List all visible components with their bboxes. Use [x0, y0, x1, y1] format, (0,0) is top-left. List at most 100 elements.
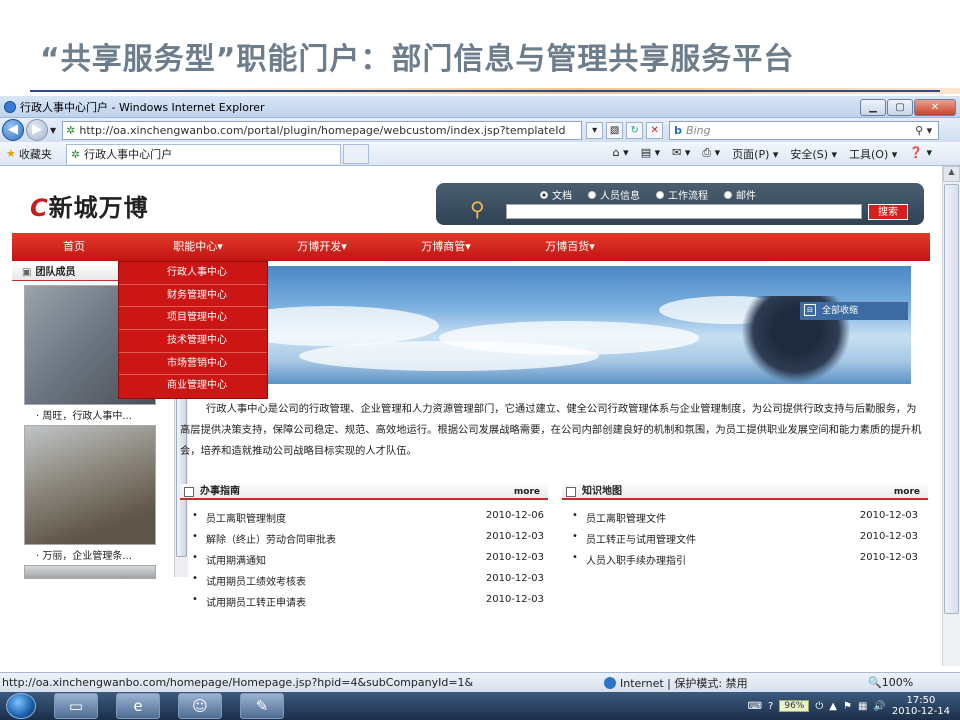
- dropdown-item-finance[interactable]: 财务管理中心: [119, 285, 267, 308]
- command-bar: ⌂ ▾ ▤ ▾ ✉ ▾ ⎙ ▾ 页面(P) ▾ 安全(S) ▾ 工具(O) ▾ …: [613, 146, 960, 162]
- tray-expand-icon[interactable]: ▲: [829, 701, 837, 712]
- knowledge-item[interactable]: • 人员入职手续办理指引 2010-12-03: [572, 552, 918, 567]
- home-icon[interactable]: ⌂ ▾: [613, 146, 629, 162]
- mail-icon[interactable]: ✉ ▾: [672, 146, 690, 162]
- menu-development[interactable]: 万博开发▾: [260, 233, 384, 261]
- cmd-safety[interactable]: 安全(S) ▾: [790, 146, 837, 162]
- print-icon[interactable]: ⎙ ▾: [702, 146, 720, 162]
- site-logo[interactable]: C新城万博: [30, 188, 149, 223]
- clock[interactable]: 17:50 2010-12-14: [892, 695, 950, 717]
- menu-department-store[interactable]: 万博百货▾: [508, 233, 632, 261]
- scroll-thumb[interactable]: [944, 184, 959, 614]
- team-photo-3[interactable]: [24, 565, 156, 579]
- dropdown-item-tech[interactable]: 技术管理中心: [119, 330, 267, 353]
- guide-item[interactable]: • 解除（终止）劳动合同审批表 2010-12-03: [192, 531, 544, 546]
- knowledge-item[interactable]: • 员工离职管理文件 2010-12-03: [572, 510, 918, 525]
- refresh-icon[interactable]: ↻: [626, 121, 644, 139]
- cmd-help[interactable]: ❓ ▾: [909, 146, 932, 162]
- knowledge-title: 知识地图: [582, 486, 622, 497]
- history-dropdown-icon[interactable]: ▼: [50, 126, 56, 135]
- banner-image: [179, 266, 911, 384]
- favorites-star-icon[interactable]: ★: [6, 147, 16, 160]
- knowledge-more-link[interactable]: more: [894, 484, 920, 500]
- main-menu: 首页 职能中心▾ 万博开发▾ 万博商管▾ 万博百货▾: [12, 233, 930, 261]
- team-photo-2[interactable]: [24, 425, 156, 545]
- collapse-all-button[interactable]: ⊟ 全部收缩: [800, 302, 908, 320]
- network-icon[interactable]: ▦: [858, 701, 867, 712]
- new-tab-button[interactable]: [342, 143, 369, 164]
- keyboard-icon[interactable]: ⌨: [748, 701, 762, 712]
- logo-mark-icon: C: [30, 194, 49, 222]
- feeds-icon[interactable]: ▤ ▾: [641, 146, 660, 162]
- search-option-docs[interactable]: 文档: [540, 187, 572, 202]
- site-search-button[interactable]: 搜索: [868, 204, 908, 220]
- site-search-panel: ⚲ 文档 人员信息 工作流程 邮件 搜索: [436, 183, 924, 225]
- guide-item[interactable]: • 员工离职管理制度 2010-12-06: [192, 510, 544, 525]
- guide-item[interactable]: • 试用期满通知 2010-12-03: [192, 552, 544, 567]
- dropdown-item-commerce[interactable]: 商业管理中心: [119, 375, 267, 398]
- battery-indicator[interactable]: 96%: [779, 700, 810, 712]
- power-icon[interactable]: ⏻: [815, 701, 823, 712]
- tab-favicon: ✲: [70, 147, 81, 161]
- search-input[interactable]: b Bing ⚲ ▾: [669, 120, 940, 140]
- menu-home[interactable]: 首页: [12, 233, 136, 261]
- guide-item[interactable]: • 试用期员工转正申请表 2010-12-03: [192, 594, 544, 609]
- guide-more-link[interactable]: more: [514, 484, 540, 500]
- url-dropdown-icon[interactable]: ▾: [586, 121, 604, 139]
- scroll-up-icon[interactable]: ▲: [943, 166, 960, 182]
- start-button[interactable]: [6, 693, 36, 719]
- zoom-level[interactable]: 🔍100%: [868, 676, 913, 689]
- globe-icon: [604, 676, 616, 689]
- slide-title: “共享服务型”职能门户：部门信息与管理共享服务平台: [40, 42, 795, 77]
- dropdown-item-marketing[interactable]: 市场营销中心: [119, 353, 267, 376]
- status-url: http://oa.xinchengwanbo.com/homepage/Hom…: [2, 676, 474, 689]
- dropdown-item-admin-hr[interactable]: 行政人事中心: [119, 262, 267, 285]
- team-member-2[interactable]: · 万丽，企业管理条...: [36, 547, 132, 562]
- title-underline: [30, 90, 940, 92]
- page-scrollbar[interactable]: ▲: [942, 166, 960, 666]
- search-option-mail[interactable]: 邮件: [724, 187, 756, 202]
- panel-icon: ▣: [22, 267, 32, 278]
- close-button[interactable]: ✕: [914, 99, 956, 116]
- guide-item[interactable]: • 试用期员工绩效考核表 2010-12-03: [192, 573, 544, 588]
- collapse-icon: ⊟: [804, 304, 816, 316]
- security-zone[interactable]: Internet | 保护模式: 禁用: [604, 675, 748, 691]
- back-button[interactable]: ◀: [2, 119, 24, 141]
- volume-icon[interactable]: 🔊: [873, 701, 885, 712]
- guide-title: 办事指南: [200, 486, 240, 497]
- messenger-taskbar-icon[interactable]: ☺: [178, 693, 222, 719]
- knowledge-panel-header: 知识地图 more: [562, 484, 928, 500]
- site-search-input[interactable]: [506, 204, 862, 219]
- forward-button[interactable]: ▶: [26, 119, 48, 141]
- search-placeholder: Bing: [686, 123, 711, 137]
- dropdown-item-project[interactable]: 项目管理中心: [119, 307, 267, 331]
- help-icon[interactable]: ?: [768, 701, 773, 712]
- cmd-tools[interactable]: 工具(O) ▾: [849, 146, 897, 162]
- favorites-button[interactable]: 收藏夹: [19, 146, 52, 162]
- ie-taskbar-icon[interactable]: e: [116, 693, 160, 719]
- functional-centers-dropdown: 行政人事中心 财务管理中心 项目管理中心 技术管理中心 市场营销中心 商业管理中…: [118, 261, 268, 400]
- magnifier-icon: ⚲: [470, 197, 485, 221]
- menu-commercial[interactable]: 万博商管▾: [384, 233, 508, 261]
- guide-panel-icon: [184, 487, 194, 497]
- stop-icon[interactable]: ✕: [646, 121, 664, 139]
- minimize-button[interactable]: ▁: [860, 99, 886, 116]
- ie-icon: [4, 100, 16, 113]
- team-member-1[interactable]: · 周旺，行政人事中...: [36, 407, 132, 422]
- browser-tab-active[interactable]: ✲ 行政人事中心门户: [65, 143, 341, 164]
- flag-icon[interactable]: ⚑: [843, 701, 852, 712]
- tab-title: 行政人事中心门户: [84, 148, 173, 161]
- compat-view-icon[interactable]: ▧: [606, 121, 624, 139]
- search-option-people[interactable]: 人员信息: [588, 187, 640, 202]
- maximize-button[interactable]: ▢: [887, 99, 913, 116]
- search-option-workflow[interactable]: 工作流程: [656, 187, 708, 202]
- cmd-page[interactable]: 页面(P) ▾: [732, 146, 778, 162]
- explorer-taskbar-icon[interactable]: ▭: [54, 693, 98, 719]
- url-field[interactable]: ✲ http://oa.xinchengwanbo.com/portal/plu…: [62, 120, 583, 140]
- menu-functional-centers[interactable]: 职能中心▾: [136, 233, 260, 261]
- site-favicon: ✲: [66, 123, 76, 137]
- knowledge-item[interactable]: • 员工转正与试用管理文件 2010-12-03: [572, 531, 918, 546]
- search-icon[interactable]: ⚲ ▾: [915, 124, 932, 137]
- paint-taskbar-icon[interactable]: ✎: [240, 693, 284, 719]
- window-title: 行政人事中心门户 - Windows Internet Explorer: [20, 100, 265, 114]
